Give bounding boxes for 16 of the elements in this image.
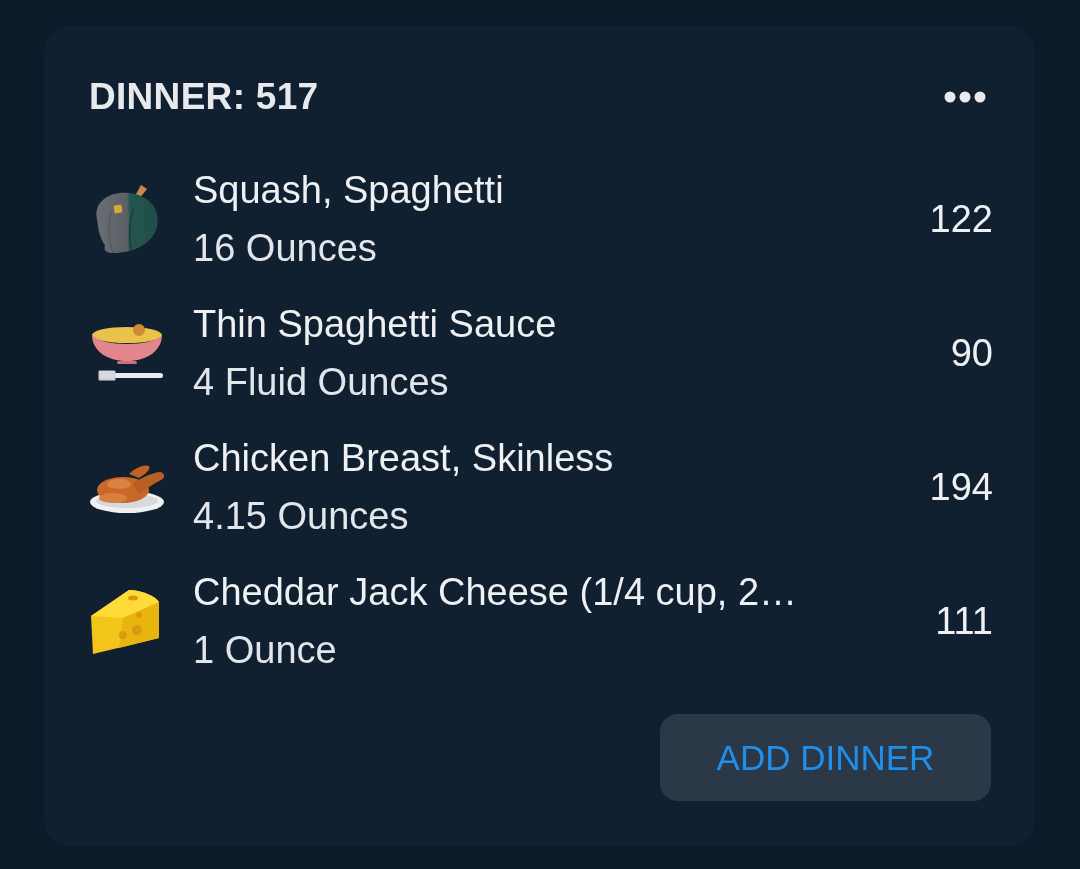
cheese-icon [89, 588, 161, 654]
food-name: Squash, Spaghetti [193, 168, 504, 213]
serving-size: 4.15 Ounces [193, 494, 409, 539]
calorie-count: 122 [929, 197, 993, 241]
calorie-count: 194 [929, 465, 993, 509]
more-options-icon[interactable] [944, 91, 986, 103]
calorie-count: 111 [935, 599, 993, 643]
serving-size: 1 Ounce [193, 628, 337, 673]
serving-size: 16 Ounces [193, 226, 377, 271]
add-meal-button[interactable]: ADD DINNER [660, 714, 991, 801]
food-name: Cheddar Jack Cheese (1/4 cup, 2… [193, 570, 798, 615]
calorie-count: 90 [950, 331, 993, 375]
food-name: Chicken Breast, Skinless [193, 436, 614, 481]
meal-title: DINNER: 517 [89, 76, 319, 118]
serving-size: 4 Fluid Ounces [193, 360, 449, 405]
food-name: Thin Spaghetti Sauce [193, 302, 557, 347]
